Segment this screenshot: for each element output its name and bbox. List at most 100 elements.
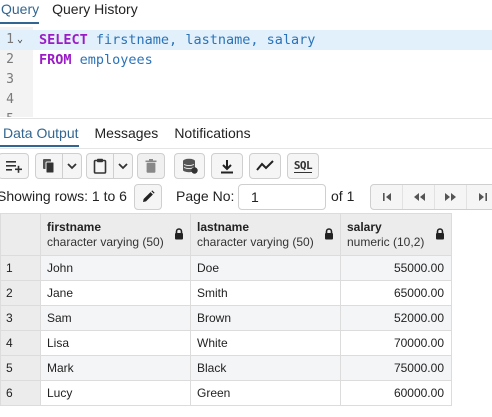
previous-page-button[interactable] xyxy=(403,185,435,209)
cell-salary[interactable]: 55000.00 xyxy=(340,255,452,281)
row-number[interactable]: 1 xyxy=(0,255,41,281)
editor-line[interactable]: 5 xyxy=(0,110,492,117)
save-data-button[interactable] xyxy=(174,153,205,179)
cell-firstname[interactable]: Lisa xyxy=(40,330,191,356)
cell-salary[interactable]: 65000.00 xyxy=(340,280,452,306)
pencil-icon xyxy=(143,190,155,202)
line-number: 2 xyxy=(6,52,14,67)
column-header-firstname[interactable]: firstname character varying (50) xyxy=(40,213,191,256)
download-button[interactable] xyxy=(211,153,243,179)
editor-line[interactable]: 4 xyxy=(0,90,492,110)
code-text: FROM employees xyxy=(39,50,153,70)
line-number: 3 xyxy=(6,72,14,87)
pagination-bar: Showing rows: 1 to 6 Page No: of 1 xyxy=(0,183,492,211)
cell-firstname[interactable]: Mark xyxy=(40,355,191,381)
line-number: 4 xyxy=(6,92,14,107)
result-tabs: Data Output Messages Notifications xyxy=(0,118,492,147)
first-page-button[interactable] xyxy=(371,185,403,209)
tab-messages[interactable]: Messages xyxy=(95,119,159,147)
table-row[interactable]: 4 Lisa White 70000.00 xyxy=(0,330,452,356)
sql-icon: SQL xyxy=(293,158,313,173)
graph-visualiser-button[interactable] xyxy=(249,153,281,179)
page-number-input[interactable] xyxy=(238,184,326,210)
column-header-salary[interactable]: salary numeric (10,2) xyxy=(340,213,452,256)
results-table: firstname character varying (50) lastnam… xyxy=(0,213,452,406)
tab-data-output[interactable]: Data Output xyxy=(0,119,79,147)
tab-notifications[interactable]: Notifications xyxy=(174,119,250,147)
sql-button[interactable]: SQL xyxy=(287,153,319,179)
line-number: 5 xyxy=(4,110,14,117)
data-toolbar: SQL xyxy=(0,148,492,182)
paste-icon xyxy=(93,158,107,174)
lock-icon xyxy=(175,228,183,240)
last-page-button[interactable] xyxy=(467,185,492,209)
edit-rows-button[interactable] xyxy=(134,184,162,210)
row-number[interactable]: 2 xyxy=(0,280,41,306)
column-type: character varying (50) xyxy=(47,235,164,249)
cell-firstname[interactable]: John xyxy=(40,255,191,281)
page-count-text: of 1 xyxy=(331,188,355,204)
header-row: firstname character varying (50) lastnam… xyxy=(0,213,452,256)
paste-options-button[interactable] xyxy=(114,153,133,179)
editor-line[interactable]: 2 FROM employees xyxy=(0,50,492,70)
row-number[interactable]: 5 xyxy=(0,355,41,381)
row-number[interactable]: 4 xyxy=(0,330,41,356)
download-icon xyxy=(221,159,233,173)
chevron-down-icon xyxy=(67,163,77,170)
cell-firstname[interactable]: Sam xyxy=(40,305,191,331)
page-navigation xyxy=(370,184,492,210)
query-tabs: Query Query History xyxy=(0,0,492,24)
table-row[interactable]: 2 Jane Smith 65000.00 xyxy=(0,280,452,306)
cell-lastname[interactable]: Smith xyxy=(190,280,341,306)
tab-query-history[interactable]: Query History xyxy=(52,0,138,24)
add-row-icon xyxy=(5,161,22,173)
cell-salary[interactable]: 60000.00 xyxy=(340,380,452,406)
rewind-icon xyxy=(413,193,425,201)
save-data-icon xyxy=(182,158,198,174)
copy-options-button[interactable] xyxy=(63,153,82,179)
cell-lastname[interactable]: Brown xyxy=(190,305,341,331)
cell-lastname[interactable]: White xyxy=(190,330,341,356)
row-number[interactable]: 6 xyxy=(0,380,41,406)
cell-firstname[interactable]: Lucy xyxy=(40,380,191,406)
sql-keyword: SELECT xyxy=(39,32,88,48)
next-page-button[interactable] xyxy=(435,185,467,209)
tab-query[interactable]: Query xyxy=(0,0,40,24)
row-number[interactable]: 3 xyxy=(0,305,41,331)
copy-icon xyxy=(43,159,55,174)
cell-salary[interactable]: 52000.00 xyxy=(340,305,452,331)
table-row[interactable]: 5 Mark Black 75000.00 xyxy=(0,355,452,381)
delete-button[interactable] xyxy=(137,153,165,179)
sql-editor[interactable]: 1 ⌄ SELECT firstname, lastname, salary 2… xyxy=(0,27,492,117)
lock-icon xyxy=(325,228,333,240)
cell-lastname[interactable]: Green xyxy=(190,380,341,406)
table-row[interactable]: 6 Lucy Green 60000.00 xyxy=(0,380,452,406)
table-row[interactable]: 3 Sam Brown 52000.00 xyxy=(0,305,452,331)
row-number-header[interactable] xyxy=(0,213,41,256)
page-no-label: Page No: xyxy=(176,188,235,204)
copy-button[interactable] xyxy=(35,153,63,179)
cell-firstname[interactable]: Jane xyxy=(40,280,191,306)
cell-lastname[interactable]: Black xyxy=(190,355,341,381)
cell-salary[interactable]: 70000.00 xyxy=(340,330,452,356)
cell-lastname[interactable]: Doe xyxy=(190,255,341,281)
column-name: firstname xyxy=(47,220,102,234)
column-header-lastname[interactable]: lastname character varying (50) xyxy=(190,213,341,256)
table-row[interactable]: 1 John Doe 55000.00 xyxy=(0,255,452,281)
editor-line[interactable]: 3 xyxy=(0,70,492,90)
paste-button[interactable] xyxy=(86,153,114,179)
line-number: 1 xyxy=(6,32,14,47)
first-page-icon xyxy=(382,193,391,201)
chevron-down-icon xyxy=(118,163,128,170)
delete-icon xyxy=(145,159,157,173)
sql-keyword: FROM xyxy=(39,52,72,68)
add-row-button[interactable] xyxy=(0,153,29,179)
column-name: lastname xyxy=(197,220,250,234)
editor-line[interactable]: 1 ⌄ SELECT firstname, lastname, salary xyxy=(0,30,492,50)
graph-visualiser-icon xyxy=(256,160,274,171)
cell-salary[interactable]: 75000.00 xyxy=(340,355,452,381)
fold-chevron-icon[interactable]: ⌄ xyxy=(17,30,23,50)
rows-showing-text: Showing rows: 1 to 6 xyxy=(0,188,127,204)
sql-identifiers: firstname, lastname, salary xyxy=(87,32,316,48)
fast-forward-icon xyxy=(444,193,456,201)
